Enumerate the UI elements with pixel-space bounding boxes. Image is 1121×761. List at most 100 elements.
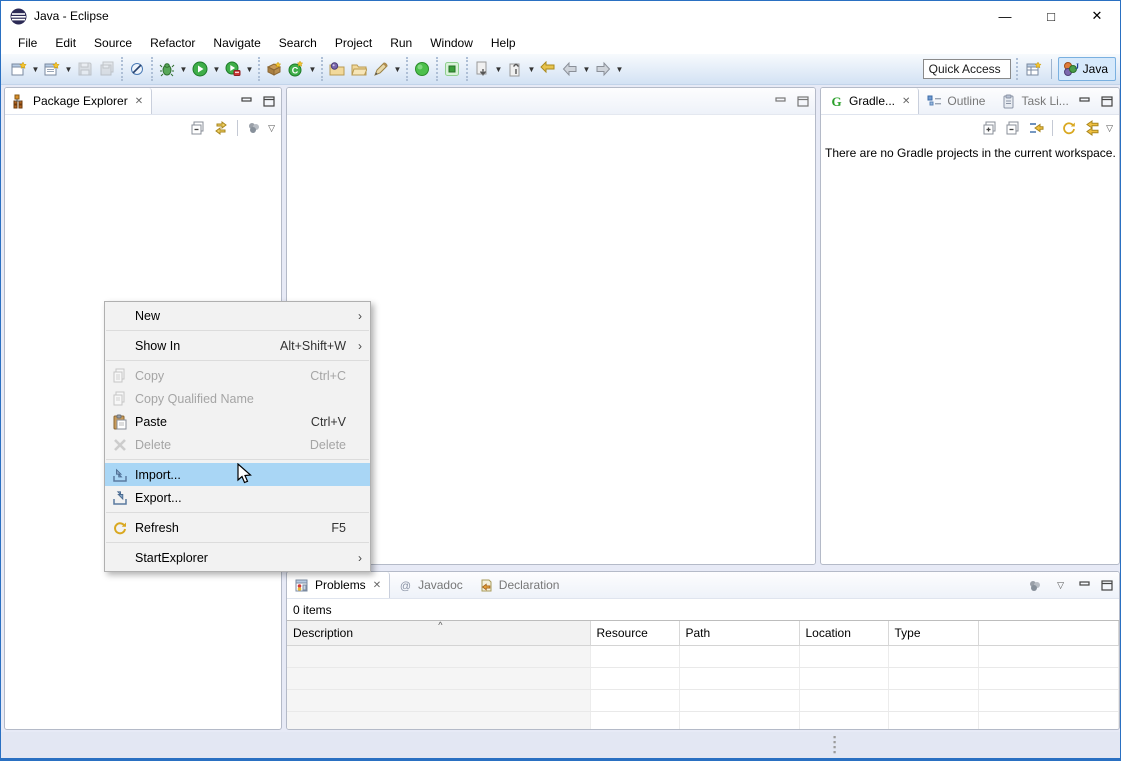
tab-outline[interactable]: Outline — [919, 88, 993, 114]
column-header-description[interactable]: ^Description — [287, 621, 590, 645]
context-menu-item-show-in[interactable]: Show In Alt+Shift+W› — [105, 334, 370, 357]
back-icon[interactable] — [559, 58, 581, 80]
maximize-editor-icon[interactable] — [795, 95, 810, 108]
context-menu-item-startexplorer[interactable]: StartExplorer› — [105, 546, 370, 569]
minimize-view-icon[interactable] — [1077, 95, 1092, 108]
expand-all-icon[interactable] — [981, 119, 999, 137]
tab-package-explorer[interactable]: Package Explorer ✕ — [5, 88, 152, 114]
debug-icon[interactable] — [156, 58, 178, 80]
menu-separator — [106, 360, 369, 361]
maximize-button[interactable]: □ — [1028, 1, 1074, 31]
menu-source[interactable]: Source — [85, 33, 141, 53]
collapse-all-icon[interactable] — [189, 119, 207, 137]
forward-dropdown[interactable]: ▼ — [614, 58, 625, 80]
previous-annotation-dropdown[interactable]: ▼ — [526, 58, 537, 80]
context-menu-item-copy[interactable]: Copy Ctrl+C — [105, 364, 370, 387]
new-java-package-icon[interactable] — [263, 58, 285, 80]
reload-all-icon[interactable] — [1083, 119, 1101, 137]
debug-dropdown[interactable]: ▼ — [178, 58, 189, 80]
column-header-path[interactable]: Path — [679, 621, 799, 645]
skip-all-breakpoints-icon[interactable] — [126, 58, 148, 80]
search-pen-icon[interactable] — [370, 58, 392, 80]
copy-icon — [112, 368, 128, 384]
refresh-icon[interactable] — [1060, 119, 1078, 137]
menu-separator — [106, 330, 369, 331]
gradle-empty-message: There are no Gradle projects in the curr… — [821, 141, 1119, 160]
view-menu-icon[interactable] — [245, 119, 263, 137]
new-wizard-icon[interactable] — [8, 58, 30, 80]
run-icon[interactable] — [189, 58, 211, 80]
context-menu-item-delete[interactable]: Delete Delete — [105, 433, 370, 456]
context-menu-item-paste[interactable]: Paste Ctrl+V — [105, 410, 370, 433]
new-java-project-dropdown[interactable]: ▼ — [63, 58, 74, 80]
minimize-view-icon[interactable] — [1077, 579, 1092, 592]
next-annotation-dropdown[interactable]: ▼ — [493, 58, 504, 80]
view-dropdown-icon[interactable]: ▽ — [1057, 580, 1064, 591]
view-menu-icon[interactable] — [1026, 577, 1044, 595]
collapse-all-icon[interactable] — [1004, 119, 1022, 137]
save-all-icon[interactable] — [96, 58, 118, 80]
back-dropdown[interactable]: ▼ — [581, 58, 592, 80]
javadoc-icon: @ — [398, 578, 413, 593]
open-perspective-icon[interactable] — [1023, 58, 1045, 80]
tab-declaration[interactable]: Declaration — [471, 572, 568, 598]
menu-window[interactable]: Window — [421, 33, 482, 53]
search-pen-dropdown[interactable]: ▼ — [392, 58, 403, 80]
tab-task-list[interactable]: Task Li... — [993, 88, 1076, 114]
new-class-dropdown[interactable]: ▼ — [307, 58, 318, 80]
run-coverage-icon[interactable] — [222, 58, 244, 80]
forward-icon[interactable] — [592, 58, 614, 80]
new-java-project-icon[interactable] — [41, 58, 63, 80]
maximize-view-icon[interactable] — [261, 95, 276, 108]
tab-problems[interactable]: Problems ✕ — [287, 572, 390, 598]
last-edit-location-icon[interactable] — [537, 58, 559, 80]
menu-run[interactable]: Run — [381, 33, 421, 53]
close-tab-icon[interactable]: ✕ — [373, 580, 381, 591]
menu-file[interactable]: File — [9, 33, 46, 53]
tab-javadoc[interactable]: @ Javadoc — [390, 572, 471, 598]
context-menu-item-export[interactable]: Export... — [105, 486, 370, 509]
close-tab-icon[interactable]: ✕ — [135, 96, 143, 107]
java-perspective-button[interactable]: J Java — [1058, 57, 1116, 81]
open-task-icon[interactable] — [326, 58, 348, 80]
save-icon[interactable] — [74, 58, 96, 80]
next-annotation-icon[interactable] — [471, 58, 493, 80]
new-wizard-dropdown[interactable]: ▼ — [30, 58, 41, 80]
column-header-type[interactable]: Type — [888, 621, 978, 645]
quick-access — [923, 59, 1011, 79]
context-menu-item-refresh[interactable]: Refresh F5 — [105, 516, 370, 539]
menu-refactor[interactable]: Refactor — [141, 33, 204, 53]
column-header-resource[interactable]: Resource — [590, 621, 679, 645]
run-dropdown[interactable]: ▼ — [211, 58, 222, 80]
quick-access-input[interactable] — [923, 59, 1011, 79]
context-menu-item-copy-qualified-name[interactable]: Copy Qualified Name — [105, 387, 370, 410]
menu-edit[interactable]: Edit — [46, 33, 85, 53]
minimize-view-icon[interactable] — [239, 95, 254, 108]
context-menu-item-new[interactable]: New› — [105, 304, 370, 327]
open-folder-icon[interactable] — [348, 58, 370, 80]
menu-search[interactable]: Search — [270, 33, 326, 53]
link-tasks-icon[interactable] — [1027, 119, 1045, 137]
view-dropdown-icon[interactable]: ▽ — [1106, 123, 1113, 134]
new-class-icon[interactable]: C — [285, 58, 307, 80]
close-tab-icon[interactable]: ✕ — [902, 96, 910, 107]
minimize-button[interactable]: — — [982, 1, 1028, 31]
maximize-view-icon[interactable] — [1099, 95, 1114, 108]
menu-project[interactable]: Project — [326, 33, 381, 53]
svg-text:@: @ — [400, 580, 411, 592]
suspend-icon[interactable] — [441, 58, 463, 80]
maximize-view-icon[interactable] — [1099, 579, 1114, 592]
refresh-icon — [112, 520, 128, 536]
status-grip-icon[interactable]: ▪▪▪▪ — [833, 735, 836, 755]
close-button[interactable]: ✕ — [1074, 1, 1120, 31]
run-coverage-dropdown[interactable]: ▼ — [244, 58, 255, 80]
menu-help[interactable]: Help — [482, 33, 525, 53]
menu-navigate[interactable]: Navigate — [204, 33, 269, 53]
previous-annotation-icon[interactable] — [504, 58, 526, 80]
link-with-editor-icon[interactable] — [212, 119, 230, 137]
tab-gradle[interactable]: G Gradle... ✕ — [821, 88, 919, 114]
column-header-location[interactable]: Location — [799, 621, 888, 645]
view-dropdown-icon[interactable]: ▽ — [268, 123, 275, 134]
minimize-editor-icon[interactable] — [773, 95, 788, 108]
resume-icon[interactable] — [411, 58, 433, 80]
